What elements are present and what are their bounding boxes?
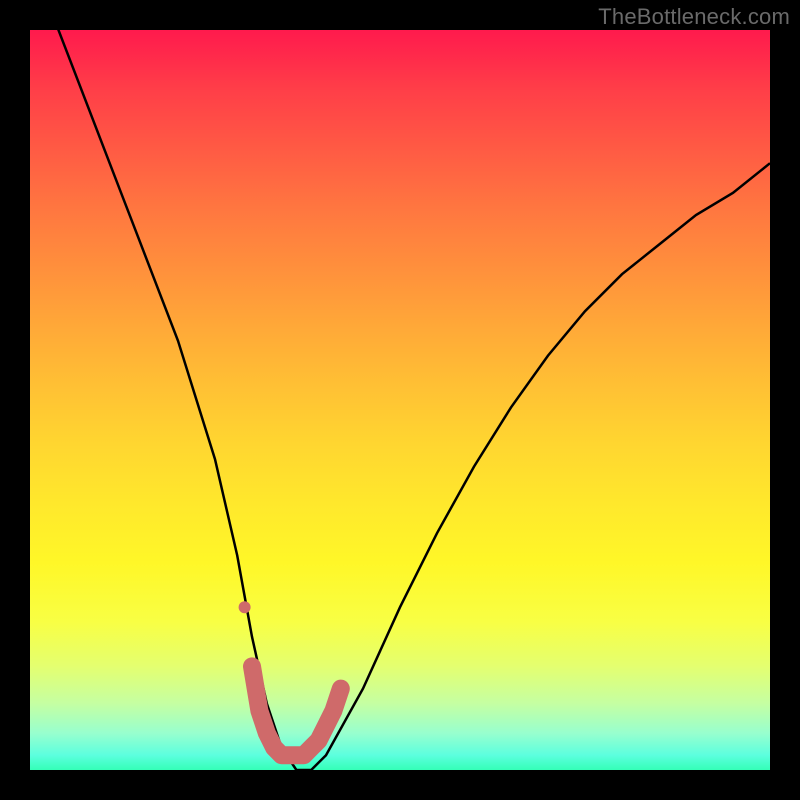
chart-svg [30, 30, 770, 770]
plot-area [30, 30, 770, 770]
curve-path [30, 0, 770, 770]
bottleneck-curve [30, 0, 770, 770]
chart-frame: TheBottleneck.com [0, 0, 800, 800]
watermark-text: TheBottleneck.com [598, 4, 790, 30]
optimal-range-markers [239, 601, 341, 755]
marker-dot [239, 601, 251, 613]
marker-path [252, 666, 341, 755]
